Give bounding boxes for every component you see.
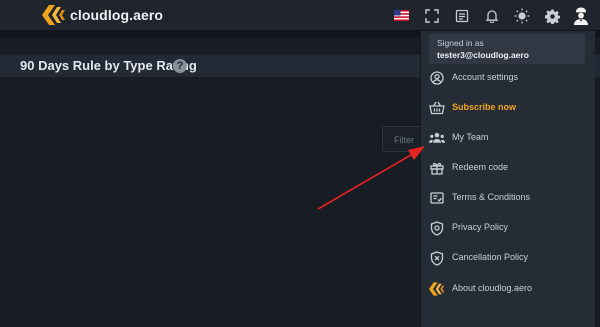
menu-label-cancellation-policy: Cancellation Policy bbox=[452, 252, 529, 262]
menu-label-my-team: My Team bbox=[452, 132, 489, 142]
menu-item-privacy-policy[interactable]: Privacy Policy bbox=[421, 218, 596, 238]
menu-label-terms: Terms & Conditions bbox=[452, 192, 531, 202]
cancel-shield-icon bbox=[429, 250, 445, 266]
cloudlog-logo-icon bbox=[429, 281, 445, 297]
signed-in-label: Signed in as bbox=[437, 38, 484, 48]
menu-item-subscribe-now[interactable]: Subscribe now bbox=[421, 98, 596, 118]
menu-item-cancellation-policy[interactable]: Cancellation Policy bbox=[421, 248, 596, 268]
account-icon bbox=[429, 70, 445, 86]
menu-item-my-team[interactable]: My Team bbox=[421, 128, 596, 148]
menu-label-subscribe-now: Subscribe now bbox=[452, 102, 517, 112]
gift-icon bbox=[429, 160, 445, 176]
gear-icon[interactable] bbox=[543, 7, 561, 25]
brightness-icon[interactable] bbox=[513, 7, 531, 25]
menu-label-about: About cloudlog.aero bbox=[452, 283, 533, 293]
menu-item-about[interactable]: About cloudlog.aero bbox=[421, 279, 596, 299]
menu-item-terms[interactable]: Terms & Conditions bbox=[421, 188, 596, 208]
team-icon bbox=[429, 130, 445, 146]
arrow-shaft bbox=[317, 154, 412, 210]
help-icon[interactable]: ? bbox=[173, 59, 187, 73]
privacy-shield-icon bbox=[429, 220, 445, 236]
page-title: 90 Days Rule by Type Rating bbox=[20, 58, 197, 73]
signed-in-info: Signed in as tester3@cloudlog.aero bbox=[429, 34, 585, 64]
menu-label-account-settings: Account settings bbox=[452, 72, 519, 82]
menu-item-account-settings[interactable]: Account settings bbox=[421, 68, 596, 88]
basket-icon bbox=[429, 100, 445, 116]
user-avatar-icon[interactable] bbox=[572, 7, 590, 25]
logbook-icon[interactable] bbox=[453, 7, 471, 25]
user-dropdown-menu: Signed in as tester3@cloudlog.aero Accou… bbox=[420, 31, 595, 327]
top-navigation-bar: cloudlog.aero bbox=[0, 0, 600, 31]
menu-label-privacy-policy: Privacy Policy bbox=[452, 222, 509, 232]
bell-icon[interactable] bbox=[483, 7, 501, 25]
expand-icon[interactable] bbox=[423, 7, 441, 25]
terms-icon bbox=[429, 190, 445, 206]
signed-in-username: tester3@cloudlog.aero bbox=[437, 50, 529, 60]
menu-label-redeem-code: Redeem code bbox=[452, 162, 509, 172]
menu-item-redeem-code[interactable]: Redeem code bbox=[421, 158, 596, 178]
